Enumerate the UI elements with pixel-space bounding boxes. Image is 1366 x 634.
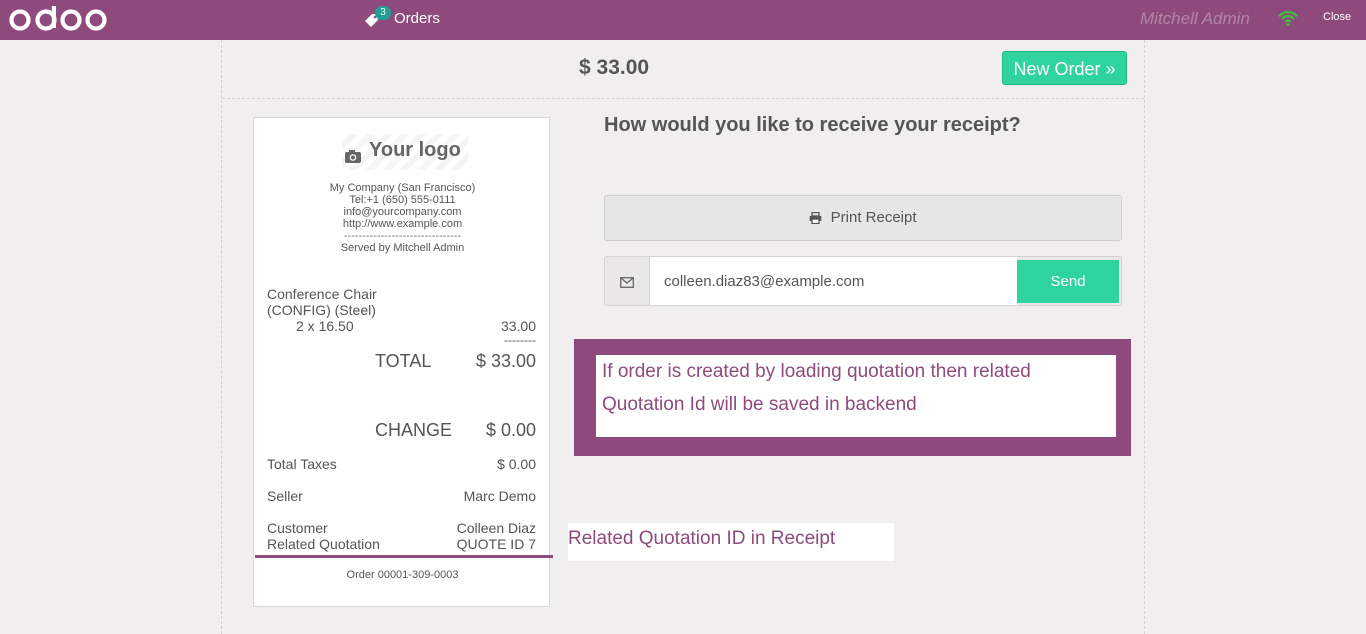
wifi-icon	[1278, 10, 1298, 31]
pos-receipt: Your logo My Company (San Francisco) Tel…	[253, 117, 550, 607]
change-label: CHANGE	[375, 420, 453, 440]
orders-count-badge: 3	[375, 6, 391, 20]
email-receipt-row: Send	[604, 256, 1122, 306]
company-phone: Tel:+1 (650) 555-0111	[349, 194, 456, 206]
printer-icon	[809, 211, 826, 228]
order-total: $ 33.00	[579, 56, 650, 79]
annotation-label: Related Quotation ID in Receipt	[568, 523, 894, 561]
total-label: TOTAL	[375, 351, 432, 371]
top-content: $ 33.00 New Order »	[222, 40, 1144, 99]
camera-icon	[344, 142, 362, 174]
total-value: $ 33.00	[475, 351, 536, 371]
close-button[interactable]: Close	[1323, 11, 1351, 23]
served-by: Served by Mitchell Admin	[340, 242, 465, 254]
taxes-label: Total Taxes	[267, 456, 337, 472]
seller-label: Seller	[267, 488, 303, 504]
order-reference: Order 00001-309-0003	[346, 569, 459, 581]
new-order-button[interactable]: New Order »	[1002, 51, 1127, 85]
seller-value: Marc Demo	[463, 488, 536, 504]
receipt-header: My Company (San Francisco) Tel:+1 (650) …	[254, 182, 551, 254]
annotation-note: If order is created by loading quotation…	[596, 355, 1116, 437]
product-variant: (CONFIG) (Steel)	[267, 302, 376, 318]
logo-text: Your logo	[369, 139, 461, 161]
annotation-box: If order is created by loading quotation…	[574, 339, 1131, 456]
print-receipt-button[interactable]: Print Receipt	[604, 195, 1122, 241]
print-receipt-label: Print Receipt	[830, 209, 917, 226]
taxes-value: $ 0.00	[497, 456, 536, 472]
company-website: http://www.example.com	[342, 218, 463, 230]
customer-value: Colleen Diaz	[456, 520, 536, 536]
company-name: My Company (San Francisco)	[329, 182, 476, 194]
top-bar: 3 Orders Mitchell Admin Close	[0, 0, 1366, 40]
quotation-highlight-line	[255, 555, 553, 558]
receipt-question: How would you like to receive your recei…	[604, 114, 1021, 136]
orders-button[interactable]: 3 Orders	[364, 5, 454, 35]
product-name: Conference Chair	[267, 286, 377, 302]
product-qty-price: 2 x 16.50	[296, 318, 354, 334]
header-separator: --------------------------------	[343, 230, 462, 242]
customer-label: Customer	[267, 520, 328, 536]
product-line-total: 33.00	[500, 318, 536, 334]
company-email: info@yourcompany.com	[343, 206, 462, 218]
total-separator: --------	[504, 333, 536, 347]
quotation-value: QUOTE ID 7	[456, 536, 536, 552]
company-logo: Your logo	[342, 134, 468, 170]
odoo-logo	[9, 4, 109, 39]
quotation-label: Related Quotation	[267, 536, 380, 552]
change-value: $ 0.00	[485, 420, 536, 440]
send-button[interactable]: Send	[1017, 260, 1119, 303]
email-input[interactable]	[649, 257, 1017, 305]
envelope-icon	[620, 275, 634, 293]
orders-label: Orders	[394, 10, 440, 27]
user-name: Mitchell Admin	[1140, 9, 1250, 28]
